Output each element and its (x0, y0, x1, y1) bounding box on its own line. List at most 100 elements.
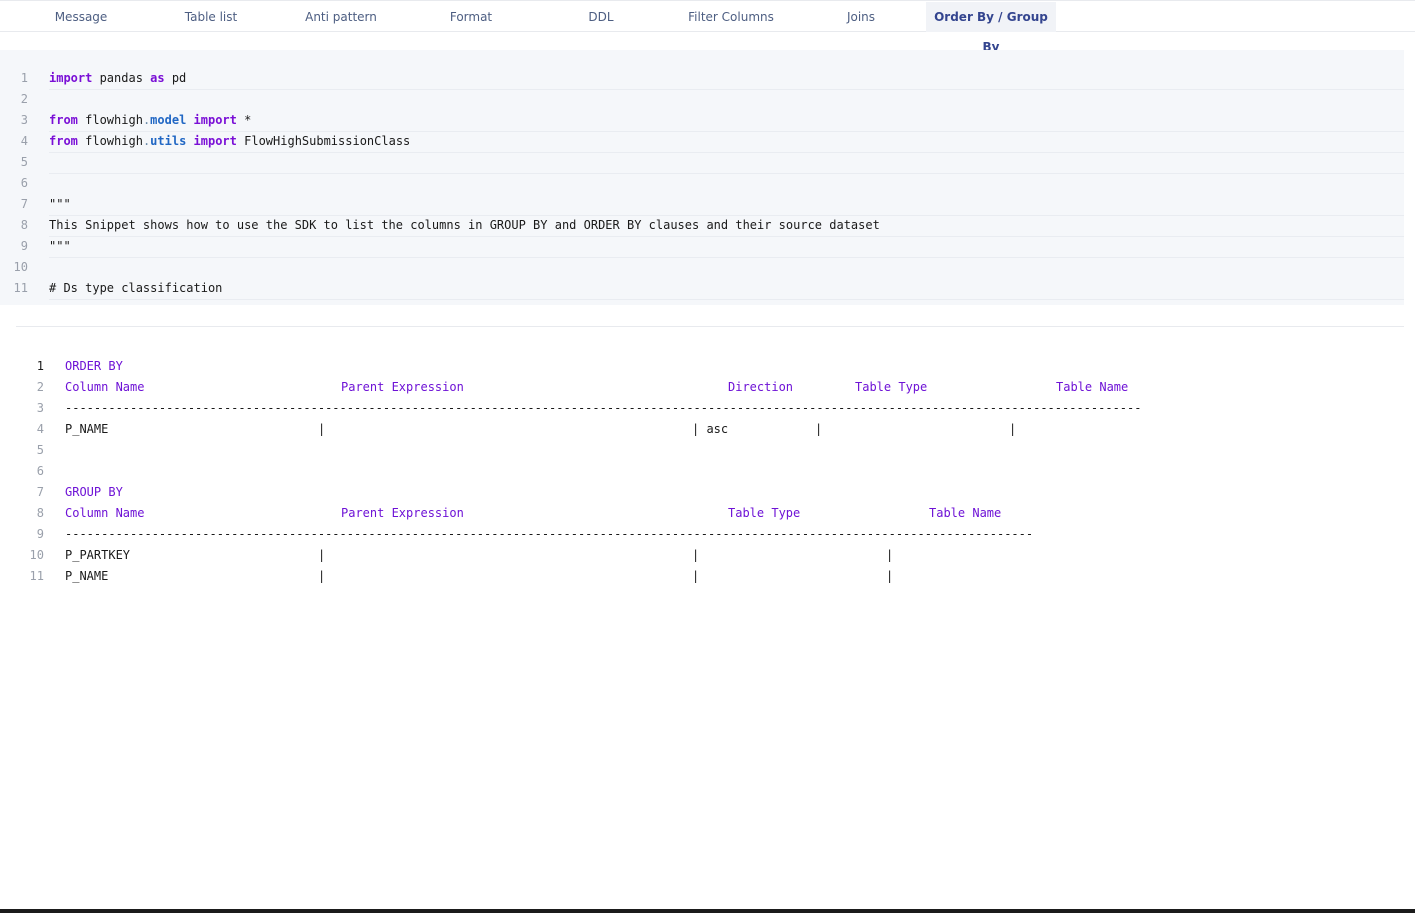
code-line: 8 This Snippet shows how to use the SDK … (0, 215, 1404, 237)
column-header: Direction (728, 380, 794, 394)
code-line: 2 (0, 89, 1404, 110)
docstring: This Snippet shows how to use the SDK to… (49, 215, 1404, 237)
line-number: 2 (36, 380, 44, 394)
code-token: pandas (92, 71, 151, 85)
tab-table-list[interactable]: Table list (146, 2, 276, 32)
keyword: import (193, 113, 237, 127)
code-text (49, 257, 1404, 258)
output-line: 4 P_NAME | | asc | | (0, 419, 1415, 440)
output-line: 8 Column Name Parent Expression Table Ty… (0, 503, 1415, 524)
table-cell: P_NAME (65, 422, 109, 436)
cell-separator: | (318, 569, 326, 583)
output-line: 10 P_PARTKEY | | | (0, 545, 1415, 566)
code-line: 4 from flowhigh.utils import FlowHighSub… (0, 131, 1404, 153)
output-line: 1 ORDER BY (0, 356, 1415, 377)
cell-separator: | (318, 548, 326, 562)
cell-separator: | (1009, 422, 1017, 436)
code-token: pd (164, 71, 187, 85)
keyword: import (49, 71, 93, 85)
code-token: flowhigh (77, 113, 143, 127)
code-line: 10 (0, 257, 1404, 278)
cell-separator: | (815, 422, 823, 436)
line-number: 11 (13, 281, 28, 295)
tab-anti-pattern[interactable]: Anti pattern (276, 2, 406, 32)
line-number: 6 (20, 176, 28, 190)
group-by-title: GROUP BY (65, 485, 123, 499)
code-token: * (236, 113, 252, 127)
code-line: 6 (0, 173, 1404, 194)
output-line: 5 (0, 440, 1415, 461)
column-header: Parent Expression (341, 506, 464, 520)
tab-format[interactable]: Format (406, 2, 536, 32)
code-line: 11 # Ds type classification (0, 278, 1404, 300)
tab-joins[interactable]: Joins (796, 2, 926, 32)
code-token: flowhigh (77, 134, 143, 148)
line-number: 4 (36, 422, 44, 436)
output-line: 9 --------------------------------------… (0, 524, 1415, 545)
line-number: 5 (20, 155, 28, 169)
cell-separator: | (692, 569, 700, 583)
cell-separator: | (318, 422, 326, 436)
tab-order-by-group-by[interactable]: Order By / Group By (926, 2, 1056, 54)
separator-line: ----------------------------------------… (65, 401, 1142, 415)
column-header: Table Type (855, 380, 928, 394)
divider (16, 326, 1404, 327)
code-line: 3 from flowhigh.model import * (0, 110, 1404, 132)
tab-ddl[interactable]: DDL (536, 2, 666, 32)
line-number: 3 (36, 401, 44, 415)
column-header: Column Name (65, 506, 145, 520)
keyword: from (49, 113, 78, 127)
tab-message[interactable]: Message (16, 2, 146, 32)
output-panel: 1 ORDER BY 2 Column Name Parent Expressi… (0, 356, 1415, 596)
output-line: 11 P_NAME | | | (0, 566, 1415, 587)
line-number: 10 (29, 548, 44, 562)
tab-filter-columns[interactable]: Filter Columns (666, 2, 796, 32)
column-header: Table Type (728, 506, 801, 520)
table-cell: P_NAME (65, 569, 109, 583)
cell-direction: | asc (692, 422, 729, 436)
code-line: 1 import pandas as pd (0, 68, 1404, 90)
order-by-title: ORDER BY (65, 359, 123, 373)
bottom-bar (0, 909, 1415, 913)
code-line: 5 (0, 152, 1404, 173)
cell-separator: | (886, 569, 894, 583)
keyword: as (150, 71, 165, 85)
code-text (49, 89, 1404, 90)
output-line: 2 Column Name Parent Expression Directio… (0, 377, 1415, 398)
cell-separator: | (692, 548, 700, 562)
code-editor[interactable]: 1 import pandas as pd 2 3 from flowhigh.… (0, 50, 1404, 305)
line-number: 9 (20, 239, 28, 253)
keyword: from (49, 134, 78, 148)
column-header: Table Name (929, 506, 1002, 520)
cell-separator: | (886, 548, 894, 562)
line-number: 11 (29, 569, 44, 583)
comment: # Ds type classification (49, 278, 1404, 300)
line-number: 10 (13, 260, 28, 274)
code-text: from flowhigh.utils import FlowHighSubmi… (49, 131, 1404, 153)
line-number: 2 (20, 92, 28, 106)
column-header: Table Name (1056, 380, 1129, 394)
code-text (49, 152, 1404, 153)
line-number: 6 (36, 464, 44, 478)
output-line: 3 --------------------------------------… (0, 398, 1415, 419)
line-number: 1 (36, 359, 44, 373)
line-number: 4 (20, 134, 28, 148)
code-token: FlowHighSubmissionClass (236, 134, 411, 148)
line-number: 1 (20, 71, 28, 85)
code-text: import pandas as pd (49, 68, 1404, 90)
column-header: Parent Expression (341, 380, 464, 394)
code-text (49, 173, 1404, 174)
line-number: 8 (36, 506, 44, 520)
code-line: 7 """ (0, 194, 1404, 216)
line-number: 9 (36, 527, 44, 541)
docstring: """ (49, 236, 1404, 258)
line-number: 8 (20, 218, 28, 232)
code-line: 9 """ (0, 236, 1404, 258)
code-text: from flowhigh.model import * (49, 110, 1404, 132)
output-line: 6 (0, 461, 1415, 482)
module-name: model (150, 113, 187, 127)
docstring: """ (49, 194, 1404, 216)
module-name: utils (150, 134, 187, 148)
